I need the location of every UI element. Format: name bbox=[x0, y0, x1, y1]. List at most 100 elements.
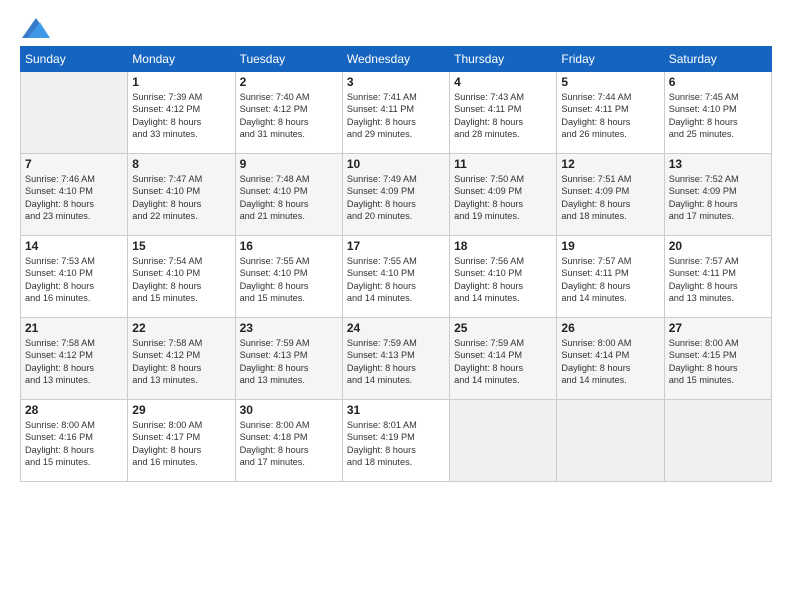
day-number: 15 bbox=[132, 239, 230, 253]
day-number: 13 bbox=[669, 157, 767, 171]
day-info: Sunrise: 7:55 AMSunset: 4:10 PMDaylight:… bbox=[347, 255, 445, 305]
day-info: Sunrise: 7:39 AMSunset: 4:12 PMDaylight:… bbox=[132, 91, 230, 141]
day-number: 29 bbox=[132, 403, 230, 417]
day-number: 17 bbox=[347, 239, 445, 253]
day-info: Sunrise: 7:57 AMSunset: 4:11 PMDaylight:… bbox=[669, 255, 767, 305]
day-info: Sunrise: 8:00 AMSunset: 4:18 PMDaylight:… bbox=[240, 419, 338, 469]
day-cell bbox=[557, 400, 664, 482]
day-number: 4 bbox=[454, 75, 552, 89]
day-number: 21 bbox=[25, 321, 123, 335]
day-info: Sunrise: 8:01 AMSunset: 4:19 PMDaylight:… bbox=[347, 419, 445, 469]
day-number: 5 bbox=[561, 75, 659, 89]
day-number: 10 bbox=[347, 157, 445, 171]
header bbox=[20, 18, 772, 34]
day-number: 3 bbox=[347, 75, 445, 89]
day-cell: 22Sunrise: 7:58 AMSunset: 4:12 PMDayligh… bbox=[128, 318, 235, 400]
day-number: 20 bbox=[669, 239, 767, 253]
day-cell: 14 Sunrise: 7:53 AMSunset: 4:10 PMDayligh… bbox=[21, 236, 128, 318]
day-cell: 19 Sunrise: 7:57 AMSunset: 4:11 PMDayligh… bbox=[557, 236, 664, 318]
day-cell: 2 Sunrise: 7:40 AMSunset: 4:12 PMDaylight… bbox=[235, 72, 342, 154]
day-info: Sunrise: 7:55 AMSunset: 4:10 PMDaylight:… bbox=[240, 255, 338, 305]
day-number: 24 bbox=[347, 321, 445, 335]
day-cell: 25 Sunrise: 7:59 AMSunset: 4:14 PMDayligh… bbox=[450, 318, 557, 400]
day-cell: 13Sunrise: 7:52 AMSunset: 4:09 PMDayligh… bbox=[664, 154, 771, 236]
day-number: 16 bbox=[240, 239, 338, 253]
weekday-header-wednesday: Wednesday bbox=[342, 47, 449, 72]
day-number: 31 bbox=[347, 403, 445, 417]
day-number: 28 bbox=[25, 403, 123, 417]
day-info: Sunrise: 7:59 AMSunset: 4:14 PMDaylight:… bbox=[454, 337, 552, 387]
day-info: Sunrise: 7:54 AMSunset: 4:10 PMDaylight:… bbox=[132, 255, 230, 305]
day-number: 30 bbox=[240, 403, 338, 417]
page: SundayMondayTuesdayWednesdayThursdayFrid… bbox=[0, 0, 792, 612]
day-cell: 9 Sunrise: 7:48 AMSunset: 4:10 PMDaylight… bbox=[235, 154, 342, 236]
day-info: Sunrise: 7:58 AMSunset: 4:12 PMDaylight:… bbox=[132, 337, 230, 387]
day-cell: 24 Sunrise: 7:59 AMSunset: 4:13 PMDayligh… bbox=[342, 318, 449, 400]
day-number: 11 bbox=[454, 157, 552, 171]
weekday-header-thursday: Thursday bbox=[450, 47, 557, 72]
day-info: Sunrise: 7:48 AMSunset: 4:10 PMDaylight:… bbox=[240, 173, 338, 223]
day-cell: 21 Sunrise: 7:58 AMSunset: 4:12 PMDayligh… bbox=[21, 318, 128, 400]
day-number: 6 bbox=[669, 75, 767, 89]
day-cell: 6 Sunrise: 7:45 AMSunset: 4:10 PMDaylight… bbox=[664, 72, 771, 154]
weekday-header-row: SundayMondayTuesdayWednesdayThursdayFrid… bbox=[21, 47, 772, 72]
day-cell: 8Sunrise: 7:47 AMSunset: 4:10 PMDaylight… bbox=[128, 154, 235, 236]
day-info: Sunrise: 8:00 AMSunset: 4:14 PMDaylight:… bbox=[561, 337, 659, 387]
weekday-header-friday: Friday bbox=[557, 47, 664, 72]
day-info: Sunrise: 7:53 AMSunset: 4:10 PMDaylight:… bbox=[25, 255, 123, 305]
day-cell: 17 Sunrise: 7:55 AMSunset: 4:10 PMDayligh… bbox=[342, 236, 449, 318]
day-number: 2 bbox=[240, 75, 338, 89]
week-row-4: 21 Sunrise: 7:58 AMSunset: 4:12 PMDayligh… bbox=[21, 318, 772, 400]
day-info: Sunrise: 7:58 AMSunset: 4:12 PMDaylight:… bbox=[25, 337, 123, 387]
week-row-1: 1 Sunrise: 7:39 AMSunset: 4:12 PMDaylight… bbox=[21, 72, 772, 154]
day-info: Sunrise: 8:00 AMSunset: 4:17 PMDaylight:… bbox=[132, 419, 230, 469]
day-number: 19 bbox=[561, 239, 659, 253]
day-cell: 5 Sunrise: 7:44 AMSunset: 4:11 PMDaylight… bbox=[557, 72, 664, 154]
day-cell bbox=[21, 72, 128, 154]
day-cell: 1 Sunrise: 7:39 AMSunset: 4:12 PMDaylight… bbox=[128, 72, 235, 154]
day-info: Sunrise: 7:59 AMSunset: 4:13 PMDaylight:… bbox=[347, 337, 445, 387]
day-number: 26 bbox=[561, 321, 659, 335]
day-cell: 31 Sunrise: 8:01 AMSunset: 4:19 PMDayligh… bbox=[342, 400, 449, 482]
week-row-3: 14 Sunrise: 7:53 AMSunset: 4:10 PMDayligh… bbox=[21, 236, 772, 318]
day-cell: 15 Sunrise: 7:54 AMSunset: 4:10 PMDayligh… bbox=[128, 236, 235, 318]
day-info: Sunrise: 7:44 AMSunset: 4:11 PMDaylight:… bbox=[561, 91, 659, 141]
day-info: Sunrise: 7:49 AMSunset: 4:09 PMDaylight:… bbox=[347, 173, 445, 223]
day-cell: 18 Sunrise: 7:56 AMSunset: 4:10 PMDayligh… bbox=[450, 236, 557, 318]
day-cell bbox=[450, 400, 557, 482]
day-info: Sunrise: 7:56 AMSunset: 4:10 PMDaylight:… bbox=[454, 255, 552, 305]
day-number: 18 bbox=[454, 239, 552, 253]
day-cell: 29 Sunrise: 8:00 AMSunset: 4:17 PMDayligh… bbox=[128, 400, 235, 482]
day-cell: 7 Sunrise: 7:46 AMSunset: 4:10 PMDaylight… bbox=[21, 154, 128, 236]
day-cell: 16 Sunrise: 7:55 AMSunset: 4:10 PMDayligh… bbox=[235, 236, 342, 318]
weekday-header-monday: Monday bbox=[128, 47, 235, 72]
weekday-header-sunday: Sunday bbox=[21, 47, 128, 72]
day-number: 12 bbox=[561, 157, 659, 171]
day-info: Sunrise: 7:50 AMSunset: 4:09 PMDaylight:… bbox=[454, 173, 552, 223]
day-cell: 26 Sunrise: 8:00 AMSunset: 4:14 PMDayligh… bbox=[557, 318, 664, 400]
weekday-header-tuesday: Tuesday bbox=[235, 47, 342, 72]
day-cell: 23 Sunrise: 7:59 AMSunset: 4:13 PMDayligh… bbox=[235, 318, 342, 400]
day-cell: 27 Sunrise: 8:00 AMSunset: 4:15 PMDayligh… bbox=[664, 318, 771, 400]
day-info: Sunrise: 7:57 AMSunset: 4:11 PMDaylight:… bbox=[561, 255, 659, 305]
day-number: 9 bbox=[240, 157, 338, 171]
day-number: 25 bbox=[454, 321, 552, 335]
day-info: Sunrise: 7:59 AMSunset: 4:13 PMDaylight:… bbox=[240, 337, 338, 387]
day-info: Sunrise: 7:45 AMSunset: 4:10 PMDaylight:… bbox=[669, 91, 767, 141]
week-row-5: 28Sunrise: 8:00 AMSunset: 4:16 PMDayligh… bbox=[21, 400, 772, 482]
day-info: Sunrise: 7:51 AMSunset: 4:09 PMDaylight:… bbox=[561, 173, 659, 223]
day-number: 23 bbox=[240, 321, 338, 335]
day-info: Sunrise: 8:00 AMSunset: 4:15 PMDaylight:… bbox=[669, 337, 767, 387]
day-number: 8 bbox=[132, 157, 230, 171]
calendar: SundayMondayTuesdayWednesdayThursdayFrid… bbox=[20, 46, 772, 482]
day-info: Sunrise: 7:40 AMSunset: 4:12 PMDaylight:… bbox=[240, 91, 338, 141]
day-number: 7 bbox=[25, 157, 123, 171]
day-info: Sunrise: 7:46 AMSunset: 4:10 PMDaylight:… bbox=[25, 173, 123, 223]
day-number: 1 bbox=[132, 75, 230, 89]
day-cell: 3 Sunrise: 7:41 AMSunset: 4:11 PMDaylight… bbox=[342, 72, 449, 154]
day-number: 14 bbox=[25, 239, 123, 253]
day-number: 27 bbox=[669, 321, 767, 335]
day-cell: 10 Sunrise: 7:49 AMSunset: 4:09 PMDayligh… bbox=[342, 154, 449, 236]
day-info: Sunrise: 7:41 AMSunset: 4:11 PMDaylight:… bbox=[347, 91, 445, 141]
week-row-2: 7 Sunrise: 7:46 AMSunset: 4:10 PMDaylight… bbox=[21, 154, 772, 236]
